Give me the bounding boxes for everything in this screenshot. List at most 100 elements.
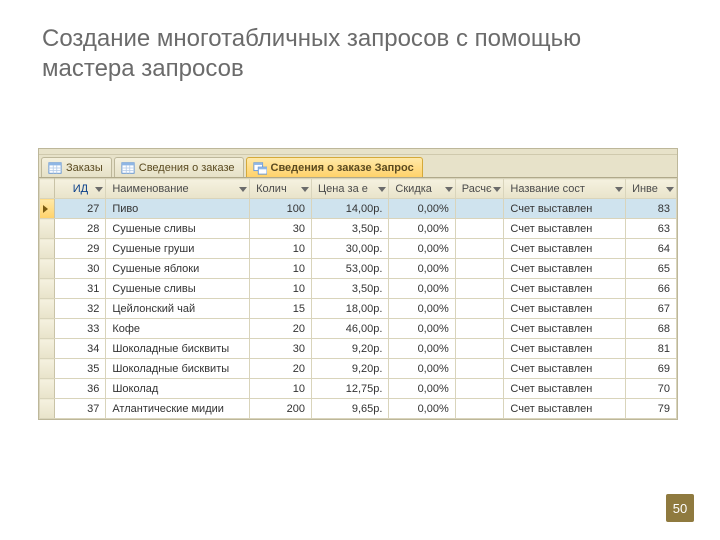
cell-inv[interactable]: 81: [626, 339, 677, 359]
cell-calc[interactable]: [455, 219, 504, 239]
cell-qty[interactable]: 30: [250, 339, 312, 359]
table-row[interactable]: 37Атлантические мидии2009,65p.0,00%Счет …: [40, 399, 677, 419]
row-selector[interactable]: [40, 199, 55, 219]
col-header-price[interactable]: Цена за е: [312, 179, 389, 199]
cell-qty[interactable]: 20: [250, 319, 312, 339]
cell-calc[interactable]: [455, 399, 504, 419]
cell-discount[interactable]: 0,00%: [389, 299, 455, 319]
cell-id[interactable]: 36: [55, 379, 106, 399]
cell-status[interactable]: Счет выставлен: [504, 279, 626, 299]
cell-name[interactable]: Сушеные яблоки: [106, 259, 250, 279]
dropdown-icon[interactable]: [615, 185, 623, 193]
cell-qty[interactable]: 20: [250, 359, 312, 379]
row-selector[interactable]: [40, 299, 55, 319]
cell-id[interactable]: 34: [55, 339, 106, 359]
row-selector[interactable]: [40, 259, 55, 279]
cell-calc[interactable]: [455, 199, 504, 219]
cell-name[interactable]: Сушеные груши: [106, 239, 250, 259]
cell-status[interactable]: Счет выставлен: [504, 299, 626, 319]
cell-id[interactable]: 35: [55, 359, 106, 379]
cell-price[interactable]: 3,50p.: [312, 279, 389, 299]
row-selector[interactable]: [40, 319, 55, 339]
cell-discount[interactable]: 0,00%: [389, 379, 455, 399]
table-row[interactable]: 36Шоколад1012,75p.0,00%Счет выставлен70: [40, 379, 677, 399]
row-selector[interactable]: [40, 219, 55, 239]
cell-name[interactable]: Кофе: [106, 319, 250, 339]
cell-inv[interactable]: 65: [626, 259, 677, 279]
cell-name[interactable]: Шоколад: [106, 379, 250, 399]
cell-inv[interactable]: 67: [626, 299, 677, 319]
cell-name[interactable]: Шоколадные бисквиты: [106, 359, 250, 379]
col-header-id[interactable]: ИД: [55, 179, 106, 199]
dropdown-icon[interactable]: [493, 185, 501, 193]
cell-discount[interactable]: 0,00%: [389, 219, 455, 239]
table-row[interactable]: 32Цейлонский чай1518,00p.0,00%Счет выста…: [40, 299, 677, 319]
cell-price[interactable]: 30,00p.: [312, 239, 389, 259]
table-row[interactable]: 30Сушеные яблоки1053,00p.0,00%Счет выста…: [40, 259, 677, 279]
cell-price[interactable]: 46,00p.: [312, 319, 389, 339]
cell-calc[interactable]: [455, 239, 504, 259]
cell-status[interactable]: Счет выставлен: [504, 239, 626, 259]
data-grid[interactable]: ИД Наименование Колич Цена за е Скидка Р…: [39, 177, 677, 419]
cell-inv[interactable]: 70: [626, 379, 677, 399]
cell-discount[interactable]: 0,00%: [389, 279, 455, 299]
cell-qty[interactable]: 10: [250, 239, 312, 259]
cell-price[interactable]: 9,20p.: [312, 359, 389, 379]
table-row[interactable]: 31Сушеные сливы103,50p.0,00% Счет выставл…: [40, 279, 677, 299]
cell-id[interactable]: 30: [55, 259, 106, 279]
cell-id[interactable]: 28: [55, 219, 106, 239]
cell-qty[interactable]: 30: [250, 219, 312, 239]
cell-discount[interactable]: 0,00%: [389, 199, 455, 219]
dropdown-icon[interactable]: [95, 185, 103, 193]
cell-inv[interactable]: 79: [626, 399, 677, 419]
cell-qty[interactable]: 15: [250, 299, 312, 319]
row-selector-header[interactable]: [40, 179, 55, 199]
cell-id[interactable]: 29: [55, 239, 106, 259]
cell-status[interactable]: Счет выставлен: [504, 259, 626, 279]
cell-price[interactable]: 18,00p.: [312, 299, 389, 319]
cell-discount[interactable]: 0,00%: [389, 359, 455, 379]
dropdown-icon[interactable]: [445, 185, 453, 193]
row-selector[interactable]: [40, 399, 55, 419]
row-selector[interactable]: [40, 239, 55, 259]
cell-inv[interactable]: 63: [626, 219, 677, 239]
cell-calc[interactable]: [455, 259, 504, 279]
cell-status[interactable]: Счет выставлен: [504, 199, 626, 219]
cell-inv[interactable]: 83: [626, 199, 677, 219]
cell-id[interactable]: 33: [55, 319, 106, 339]
cell-price[interactable]: 9,65p.: [312, 399, 389, 419]
table-row[interactable]: 33Кофе2046,00p.0,00% Счет выставлен68: [40, 319, 677, 339]
tab-order-details-query[interactable]: Сведения о заказе Запрос: [246, 157, 423, 177]
cell-status[interactable]: Счет выставлен: [504, 319, 626, 339]
cell-name[interactable]: Шоколадные бисквиты: [106, 339, 250, 359]
tab-orders[interactable]: Заказы: [41, 157, 112, 177]
cell-name[interactable]: Сушеные сливы: [106, 279, 250, 299]
row-selector[interactable]: [40, 359, 55, 379]
cell-price[interactable]: 3,50p.: [312, 219, 389, 239]
cell-id[interactable]: 31: [55, 279, 106, 299]
table-row[interactable]: 28Сушеные сливы303,50p.0,00%Счет выставл…: [40, 219, 677, 239]
cell-discount[interactable]: 0,00%: [389, 259, 455, 279]
col-header-discount[interactable]: Скидка: [389, 179, 455, 199]
cell-calc[interactable]: [455, 299, 504, 319]
cell-inv[interactable]: 68: [626, 319, 677, 339]
cell-qty[interactable]: 10: [250, 279, 312, 299]
cell-price[interactable]: 12,75p.: [312, 379, 389, 399]
cell-discount[interactable]: 0,00%: [389, 239, 455, 259]
row-selector[interactable]: [40, 279, 55, 299]
cell-inv[interactable]: 64: [626, 239, 677, 259]
cell-inv[interactable]: 69: [626, 359, 677, 379]
cell-calc[interactable]: [455, 339, 504, 359]
cell-name[interactable]: Цейлонский чай: [106, 299, 250, 319]
cell-name[interactable]: Атлантические мидии: [106, 399, 250, 419]
cell-discount[interactable]: 0,00%: [389, 319, 455, 339]
cell-inv[interactable]: 66: [626, 279, 677, 299]
dropdown-icon[interactable]: [239, 185, 247, 193]
row-selector[interactable]: [40, 379, 55, 399]
cell-calc[interactable]: [455, 359, 504, 379]
cell-status[interactable]: Счет выставлен: [504, 399, 626, 419]
cell-id[interactable]: 27: [55, 199, 106, 219]
table-row[interactable]: 35Шоколадные бисквиты209,20p.0,00%Счет в…: [40, 359, 677, 379]
cell-qty[interactable]: 10: [250, 259, 312, 279]
col-header-name[interactable]: Наименование: [106, 179, 250, 199]
